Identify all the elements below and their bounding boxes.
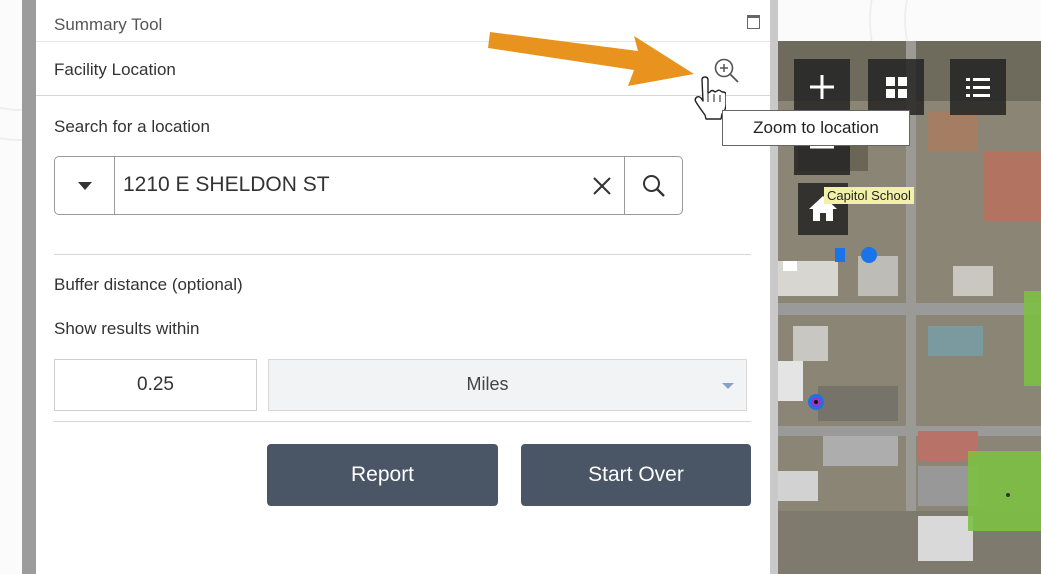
chevron-down-icon	[77, 181, 92, 190]
layer-list-button[interactable]	[950, 59, 1006, 115]
zoom-to-location-tooltip: Zoom to location	[722, 110, 910, 146]
section-title: Facility Location	[54, 60, 176, 79]
basemap-gallery-button[interactable]	[868, 59, 924, 115]
buffer-distance-input[interactable]	[54, 359, 257, 411]
units-selected-value: Miles	[466, 374, 509, 394]
grid-icon	[886, 77, 907, 98]
buffer-label: Buffer distance (optional)	[54, 275, 243, 294]
clear-icon[interactable]	[587, 171, 617, 201]
search-source-dropdown[interactable]	[55, 157, 115, 214]
search-divider	[54, 254, 751, 255]
section-divider	[36, 95, 770, 96]
search-input[interactable]	[123, 167, 593, 203]
within-label: Show results within	[54, 319, 200, 338]
units-select[interactable]: Miles	[268, 359, 747, 411]
left-scroll-strip	[22, 0, 36, 574]
map-place-label: Capitol School	[824, 187, 914, 204]
search-label: Search for a location	[54, 117, 210, 136]
start-over-button[interactable]: Start Over	[521, 444, 751, 506]
zoom-in-button[interactable]	[794, 59, 850, 115]
location-search-box	[54, 156, 683, 215]
list-icon	[966, 78, 990, 97]
search-button[interactable]	[624, 157, 683, 214]
options-divider	[54, 421, 751, 422]
plus-icon	[810, 75, 834, 99]
pointer-hand-icon	[694, 76, 726, 120]
chevron-down-icon	[722, 383, 734, 389]
report-button[interactable]: Report	[267, 444, 498, 506]
maximize-icon[interactable]	[747, 15, 760, 29]
panel-title: Summary Tool	[54, 15, 163, 34]
annotation-arrow	[488, 32, 694, 86]
search-icon	[643, 174, 665, 197]
